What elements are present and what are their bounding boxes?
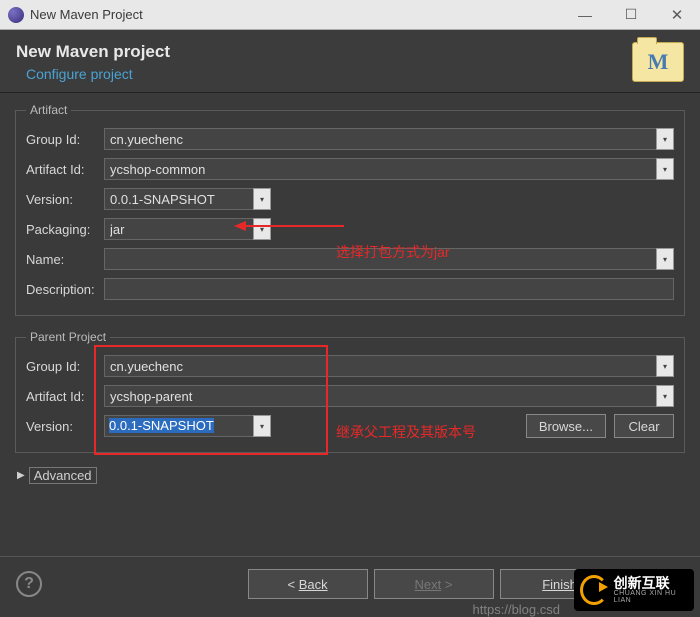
- parent-group-id-label: Group Id:: [26, 359, 104, 374]
- artifact-id-label: Artifact Id:: [26, 162, 104, 177]
- packaging-label: Packaging:: [26, 222, 104, 237]
- artifact-id-input[interactable]: [104, 158, 657, 180]
- annotation-arrow-icon: [244, 225, 344, 227]
- advanced-toggle[interactable]: ▶ Advanced: [17, 467, 685, 484]
- parent-legend: Parent Project: [26, 330, 110, 344]
- annotation-parent: 继承父工程及其版本号: [336, 422, 476, 442]
- parent-version-dropdown[interactable]: ▾: [253, 415, 271, 437]
- version-input[interactable]: [104, 188, 254, 210]
- group-id-input[interactable]: [104, 128, 657, 150]
- description-label: Description:: [26, 282, 104, 297]
- advanced-label: Advanced: [29, 467, 97, 484]
- logo-sub: CHUANG XIN HU LIAN: [614, 590, 688, 604]
- name-dropdown[interactable]: ▾: [656, 248, 674, 270]
- description-input[interactable]: [104, 278, 674, 300]
- logo-c-icon: [580, 575, 608, 605]
- next-button: Next >: [374, 569, 494, 599]
- parent-version-input[interactable]: 0.0.1-SNAPSHOT: [104, 415, 254, 437]
- artifact-legend: Artifact: [26, 103, 71, 117]
- browse-button[interactable]: Browse...: [526, 414, 606, 438]
- minimize-button[interactable]: —: [562, 0, 608, 30]
- parent-version-label: Version:: [26, 419, 104, 434]
- close-button[interactable]: ✕: [654, 0, 700, 30]
- artifact-fieldset: Artifact Group Id: ▾ Artifact Id: ▾ Vers…: [15, 103, 685, 316]
- name-label: Name:: [26, 252, 104, 267]
- artifact-id-dropdown[interactable]: ▾: [656, 158, 674, 180]
- parent-artifact-id-label: Artifact Id:: [26, 389, 104, 404]
- packaging-dropdown[interactable]: ▾: [253, 218, 271, 240]
- annotation-packaging: 选择打包方式为jar: [336, 242, 450, 262]
- wizard-subtitle: Configure project: [26, 66, 632, 82]
- help-icon[interactable]: ?: [16, 571, 42, 597]
- watermark-text: https://blog.csd: [473, 602, 560, 617]
- chevron-right-icon: ▶: [17, 470, 25, 481]
- maven-folder-icon: M: [632, 42, 684, 82]
- wizard-banner: New Maven project Configure project M: [0, 30, 700, 93]
- version-label: Version:: [26, 192, 104, 207]
- packaging-input[interactable]: [104, 218, 254, 240]
- titlebar: New Maven Project — ☐ ✕: [0, 0, 700, 30]
- parent-artifact-id-input[interactable]: [104, 385, 657, 407]
- clear-button[interactable]: Clear: [614, 414, 674, 438]
- group-id-dropdown[interactable]: ▾: [656, 128, 674, 150]
- wizard-title: New Maven project: [16, 42, 632, 62]
- eclipse-icon: [8, 7, 24, 23]
- window-title: New Maven Project: [30, 7, 143, 22]
- parent-artifact-id-dropdown[interactable]: ▾: [656, 385, 674, 407]
- brand-logo: 创新互联 CHUANG XIN HU LIAN: [574, 569, 694, 611]
- maximize-button[interactable]: ☐: [608, 0, 654, 30]
- group-id-label: Group Id:: [26, 132, 104, 147]
- logo-name: 创新互联: [614, 576, 688, 590]
- parent-group-id-dropdown[interactable]: ▾: [656, 355, 674, 377]
- parent-group-id-input[interactable]: [104, 355, 657, 377]
- back-button[interactable]: < Back: [248, 569, 368, 599]
- version-dropdown[interactable]: ▾: [253, 188, 271, 210]
